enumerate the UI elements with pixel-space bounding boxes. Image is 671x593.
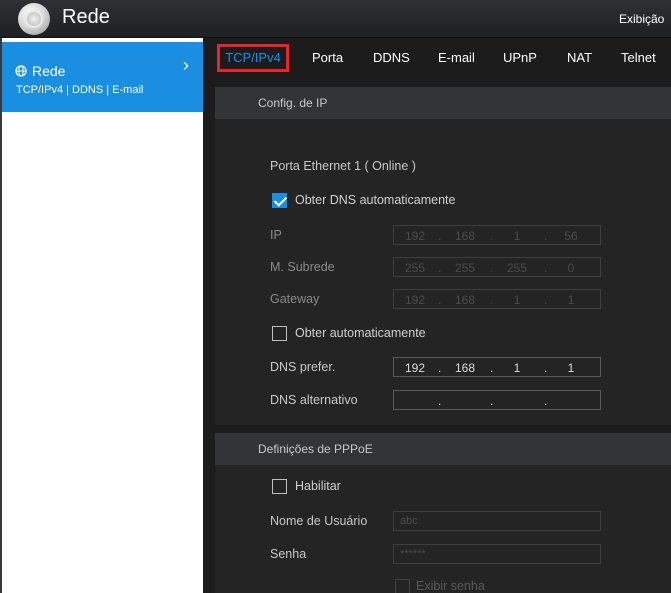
dns-auto-checkbox[interactable] — [272, 193, 287, 208]
pppoe-enable-label: Habilitar — [295, 479, 341, 493]
chevron-right-icon: › — [183, 55, 189, 75]
ethernet-port-title: Porta Ethernet 1 ( Online ) — [270, 159, 416, 173]
tab-porta[interactable]: Porta — [312, 50, 343, 65]
globe-icon — [15, 65, 27, 77]
ip-label: IP — [270, 228, 282, 242]
tab-ddns[interactable]: DDNS — [373, 50, 410, 65]
section-title: Config. de IP — [258, 96, 328, 110]
section-header-ip-config: Config. de IP — [215, 87, 671, 119]
dns-preferred-label: DNS prefer. — [270, 360, 336, 374]
subnet-mask-field: 255 . 255 . 255 . 0 — [393, 257, 601, 277]
dns-alternate-label: DNS alternativo — [270, 393, 358, 407]
title-bar: Rede Exibição — [0, 0, 671, 38]
dns-preferred-field[interactable]: 192 . 168 . 1 . 1 — [393, 357, 601, 377]
display-menu-link[interactable]: Exibição — [619, 12, 671, 26]
username-label: Nome de Usuário — [270, 514, 368, 528]
gateway-label: Gateway — [270, 292, 320, 306]
pppoe-enable-checkbox[interactable] — [272, 479, 287, 494]
sidebar-item-label: Rede — [32, 63, 66, 79]
password-field: ****** — [393, 544, 601, 564]
show-password-label: Exibir senha — [416, 579, 485, 593]
gateway-field: 192 . 168 . 1 . 1 — [393, 289, 601, 309]
tab-bar: TCP/IPv4 Porta DDNS E-mail UPnP NAT Teln… — [203, 38, 671, 78]
tab-nat[interactable]: NAT — [567, 50, 592, 65]
subnet-label: M. Subrede — [270, 260, 335, 274]
show-password-checkbox — [395, 579, 410, 593]
sidebar-item-sublabel: TCP/IPv4 | DDNS | E-mail — [16, 84, 144, 96]
sidebar: Rede TCP/IPv4 | DDNS | E-mail › — [2, 38, 203, 593]
page-title: Rede — [62, 6, 110, 28]
dns-alternate-field[interactable]: . . . — [393, 390, 601, 410]
sidebar-item-network[interactable]: Rede TCP/IPv4 | DDNS | E-mail › — [2, 42, 203, 112]
password-label: Senha — [270, 547, 307, 561]
section-header-pppoe: Definições de PPPoE — [215, 433, 671, 465]
section-title: Definições de PPPoE — [258, 442, 373, 456]
main-content: TCP/IPv4 Porta DDNS E-mail UPnP NAT Teln… — [203, 38, 671, 593]
ip-address-field: 192 . 168 . 1 . 56 — [393, 225, 601, 245]
dns-auto-label: Obter DNS automaticamente — [295, 193, 456, 207]
tab-email[interactable]: E-mail — [438, 50, 475, 65]
pppoe-panel: Habilitar Nome de Usuário abc Senha ****… — [215, 465, 671, 593]
obtain-auto-label: Obter automaticamente — [295, 326, 426, 340]
tab-upnp[interactable]: UPnP — [503, 50, 537, 65]
tab-telnet[interactable]: Telnet — [621, 50, 656, 65]
ethernet-panel: Porta Ethernet 1 ( Online ) Obter DNS au… — [215, 119, 671, 425]
obtain-auto-checkbox[interactable] — [272, 326, 287, 341]
app-logo-icon — [18, 3, 50, 35]
username-field: abc — [393, 511, 601, 531]
tab-tcpipv4[interactable]: TCP/IPv4 — [217, 44, 289, 72]
